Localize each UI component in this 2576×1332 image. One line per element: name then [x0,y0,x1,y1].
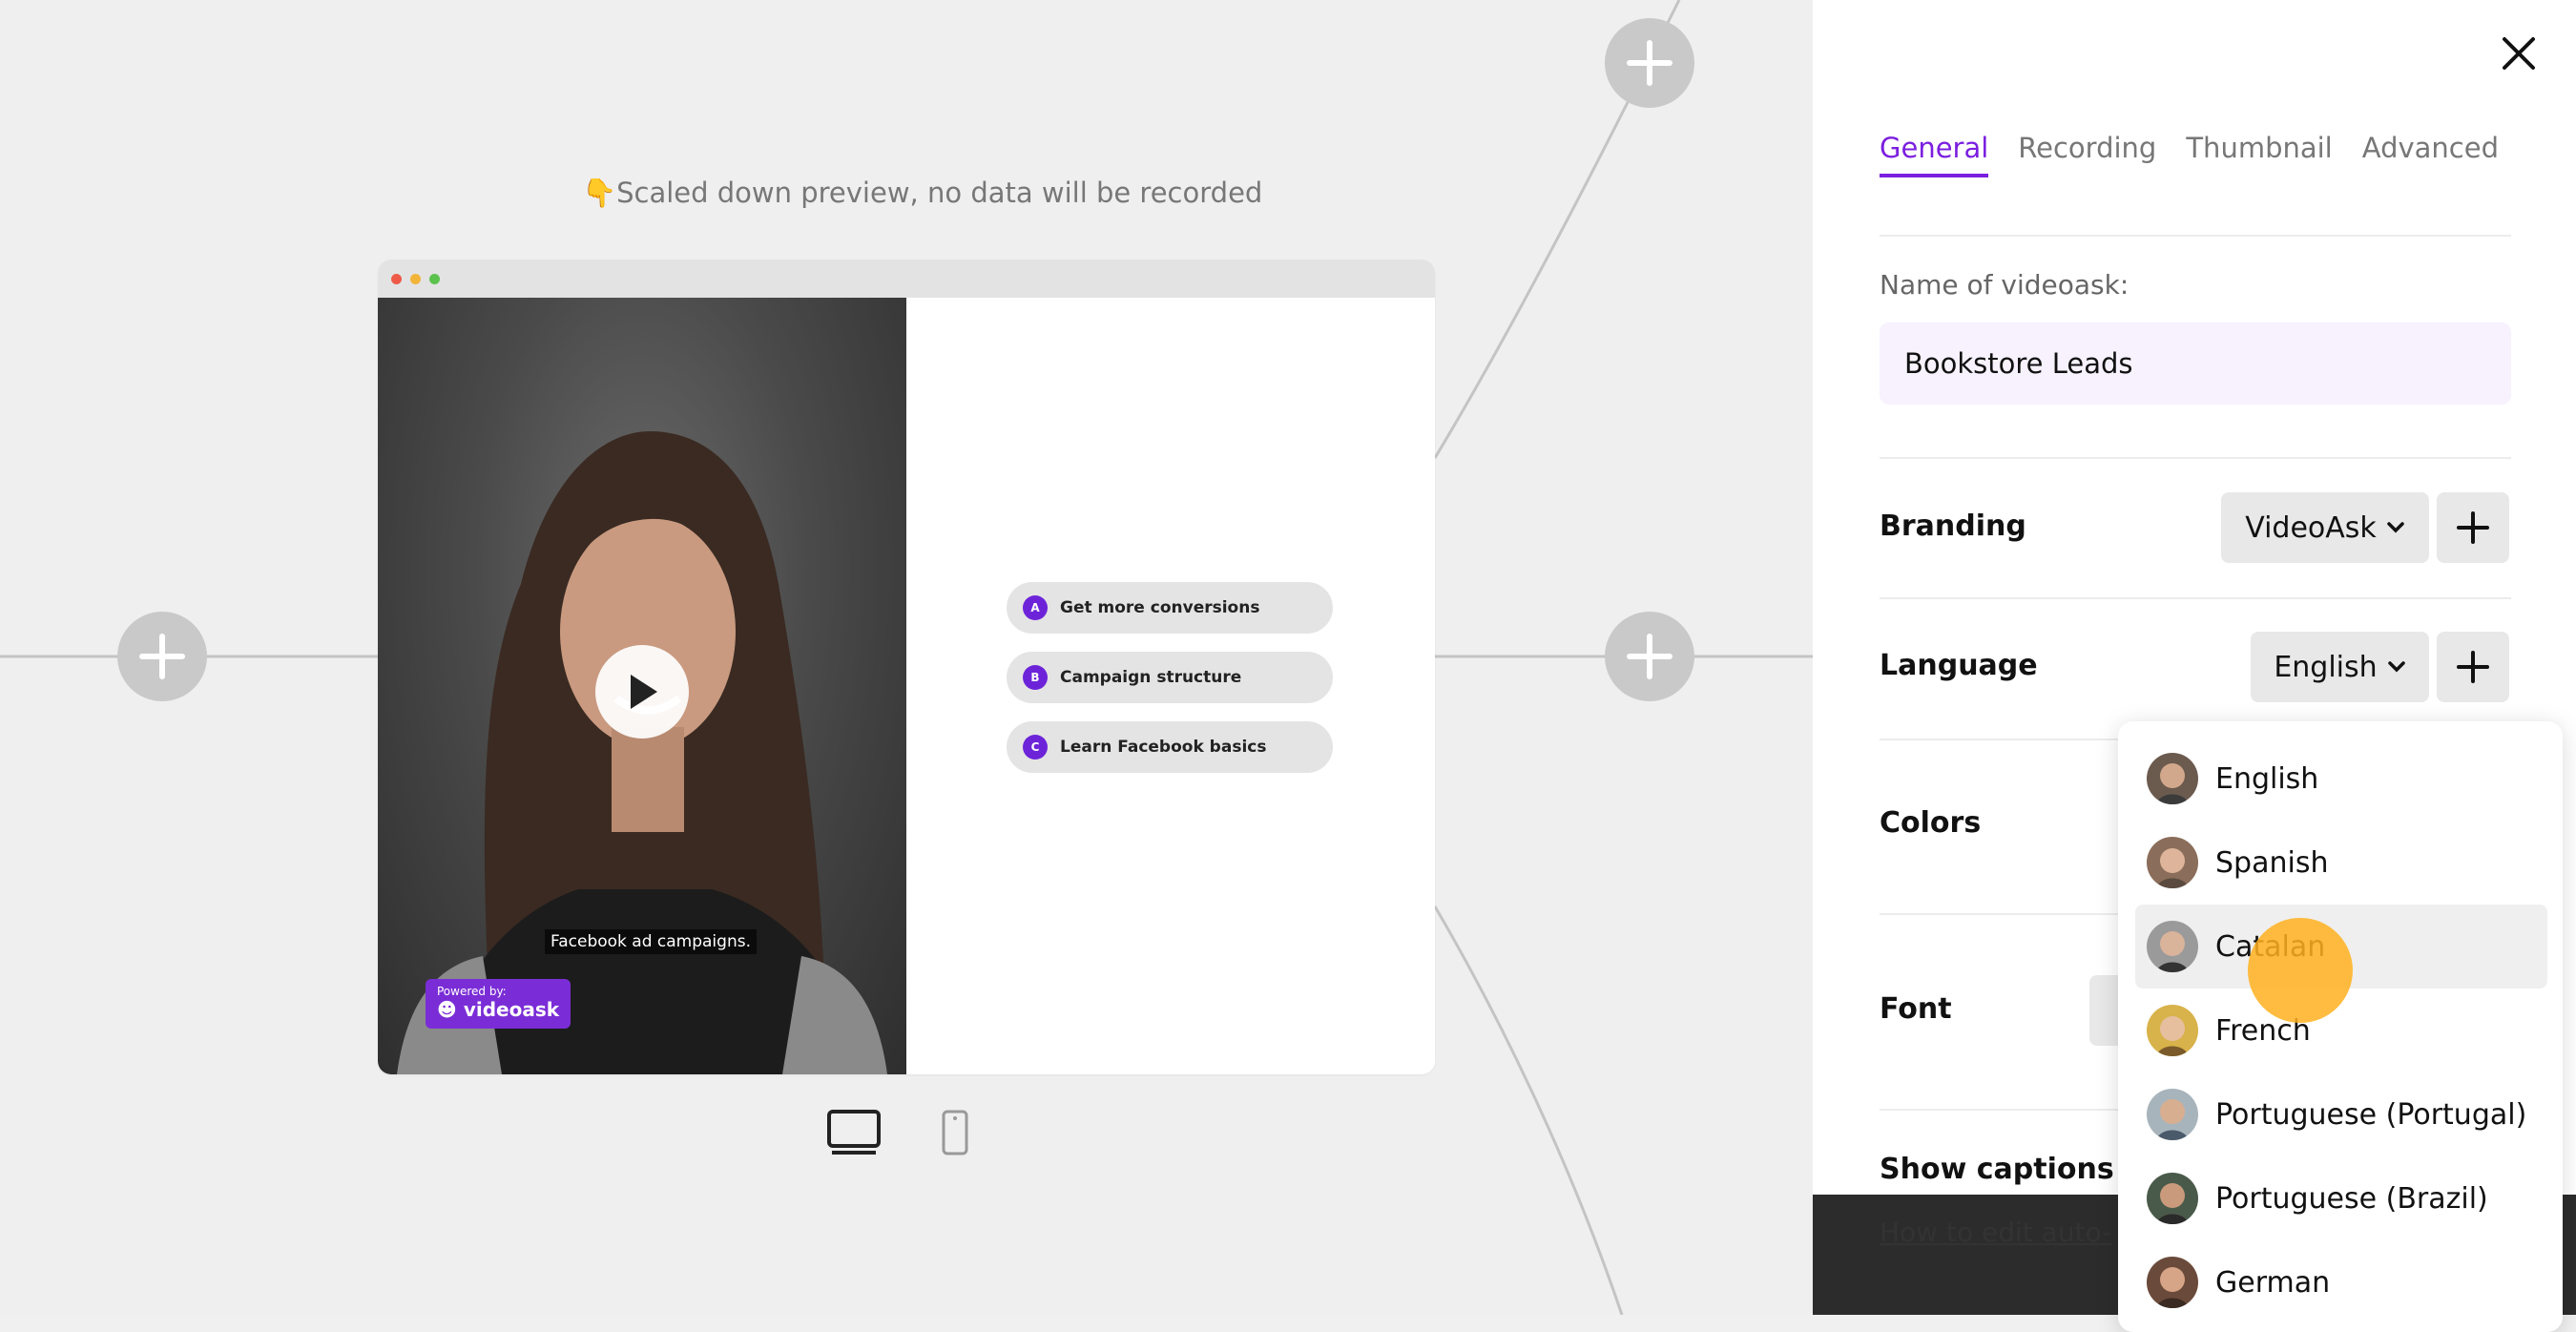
language-option-spanish[interactable]: Spanish [2135,821,2547,905]
video-player[interactable]: Facebook ad campaigns. Powered by: ☻ vid… [378,298,906,1074]
branding-value: VideoAsk [2245,510,2377,545]
language-option-portuguese-brazil[interactable]: Portuguese (Brazil) [2135,1156,2547,1240]
plus-icon [1627,634,1672,679]
mobile-icon [942,1110,968,1155]
avatar [2147,1257,2198,1308]
brand-name: videoask [463,998,560,1021]
close-icon [2503,37,2535,70]
chevron-down-icon [2387,661,2405,673]
desktop-icon [827,1110,881,1155]
divider [1880,457,2511,459]
avatar [2147,837,2198,888]
add-step-left[interactable] [117,612,207,701]
colors-label: Colors [1880,806,1982,840]
videoask-name-input[interactable] [1880,323,2511,405]
chevron-down-icon [2387,522,2404,533]
branding-dropdown[interactable]: VideoAsk [2221,492,2429,563]
tab-advanced[interactable]: Advanced [2362,132,2499,177]
choice-letter: B [1023,665,1048,690]
window-dot-green [429,273,440,284]
choice-option[interactable]: B Campaign structure [1007,652,1333,703]
tab-thumbnail[interactable]: Thumbnail [2186,132,2332,177]
plus-icon [2457,511,2489,544]
choice-label: Learn Facebook basics [1060,738,1267,757]
window-dot-yellow [410,273,421,284]
browser-bar [378,260,1435,298]
cursor-highlight [2248,918,2353,1023]
font-label: Font [1880,992,1952,1026]
preview-note: 👇Scaled down preview, no data will be re… [582,177,1263,209]
choice-letter: A [1023,595,1048,620]
language-value: English [2274,650,2378,684]
powered-by-badge[interactable]: Powered by: ☻ videoask [426,979,571,1029]
choice-option[interactable]: A Get more conversions [1007,582,1333,634]
close-button[interactable] [2500,34,2538,73]
language-option-label: Portuguese (Brazil) [2215,1181,2488,1216]
language-dropdown-menu: English Spanish Catalan French Portugues… [2118,721,2563,1332]
add-step-right[interactable] [1605,612,1694,701]
tab-general[interactable]: General [1880,132,1989,177]
name-field-label: Name of videoask: [1880,269,2129,301]
window-dot-red [391,273,402,284]
language-option-label: German [2215,1265,2331,1300]
plus-icon [139,634,185,679]
videoask-logo: ☻ videoask [437,998,560,1021]
captions-help-link[interactable]: How to edit auto- [1880,1217,2111,1248]
choice-option[interactable]: C Learn Facebook basics [1007,721,1333,773]
play-icon [631,675,657,709]
divider [1880,235,2511,237]
language-option-german[interactable]: German [2135,1240,2547,1324]
avatar [2147,1089,2198,1140]
play-button[interactable] [595,645,689,739]
add-branding-button[interactable] [2437,492,2509,563]
add-language-button[interactable] [2437,632,2509,702]
add-step-top[interactable] [1605,18,1694,108]
mobile-view-button[interactable] [941,1109,969,1160]
flow-canvas: 👇Scaled down preview, no data will be re… [0,0,1813,1315]
language-option-label: Portuguese (Portugal) [2215,1097,2527,1132]
divider [1880,597,2511,599]
avatar [2147,753,2198,804]
branding-label: Branding [1880,510,2026,543]
avatar [2147,1005,2198,1056]
language-option-label: English [2215,761,2319,796]
choice-list: A Get more conversions B Campaign struct… [1007,582,1333,791]
language-option-english[interactable]: English [2135,737,2547,821]
choice-label: Get more conversions [1060,598,1260,617]
preview-window: Facebook ad campaigns. Powered by: ☻ vid… [378,260,1435,1074]
choice-label: Campaign structure [1060,668,1242,687]
avatar [2147,921,2198,972]
powered-by-label: Powered by: [437,985,507,998]
avatar [2147,1173,2198,1224]
plus-icon [2457,651,2489,683]
plus-icon [1627,40,1672,86]
language-option-portuguese-portugal[interactable]: Portuguese (Portugal) [2135,1072,2547,1156]
tab-recording[interactable]: Recording [2018,132,2156,177]
choice-letter: C [1023,735,1048,760]
language-label: Language [1880,649,2038,682]
language-option-label: Spanish [2215,845,2329,880]
language-dropdown[interactable]: English [2251,632,2429,702]
settings-tabs: General Recording Thumbnail Advanced [1880,132,2499,177]
desktop-view-button[interactable] [826,1109,882,1160]
video-caption: Facebook ad campaigns. [545,929,757,954]
